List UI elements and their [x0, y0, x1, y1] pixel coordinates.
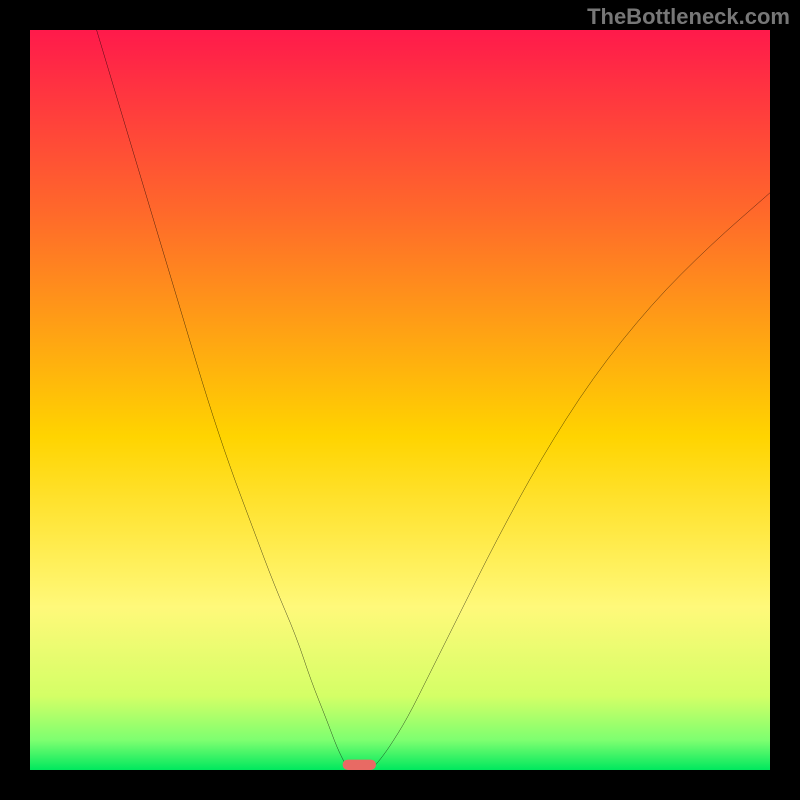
watermark-text: TheBottleneck.com	[587, 4, 790, 30]
gradient-background	[30, 30, 770, 770]
bottleneck-marker	[343, 760, 376, 770]
bottleneck-chart	[30, 30, 770, 770]
chart-frame: TheBottleneck.com	[0, 0, 800, 800]
